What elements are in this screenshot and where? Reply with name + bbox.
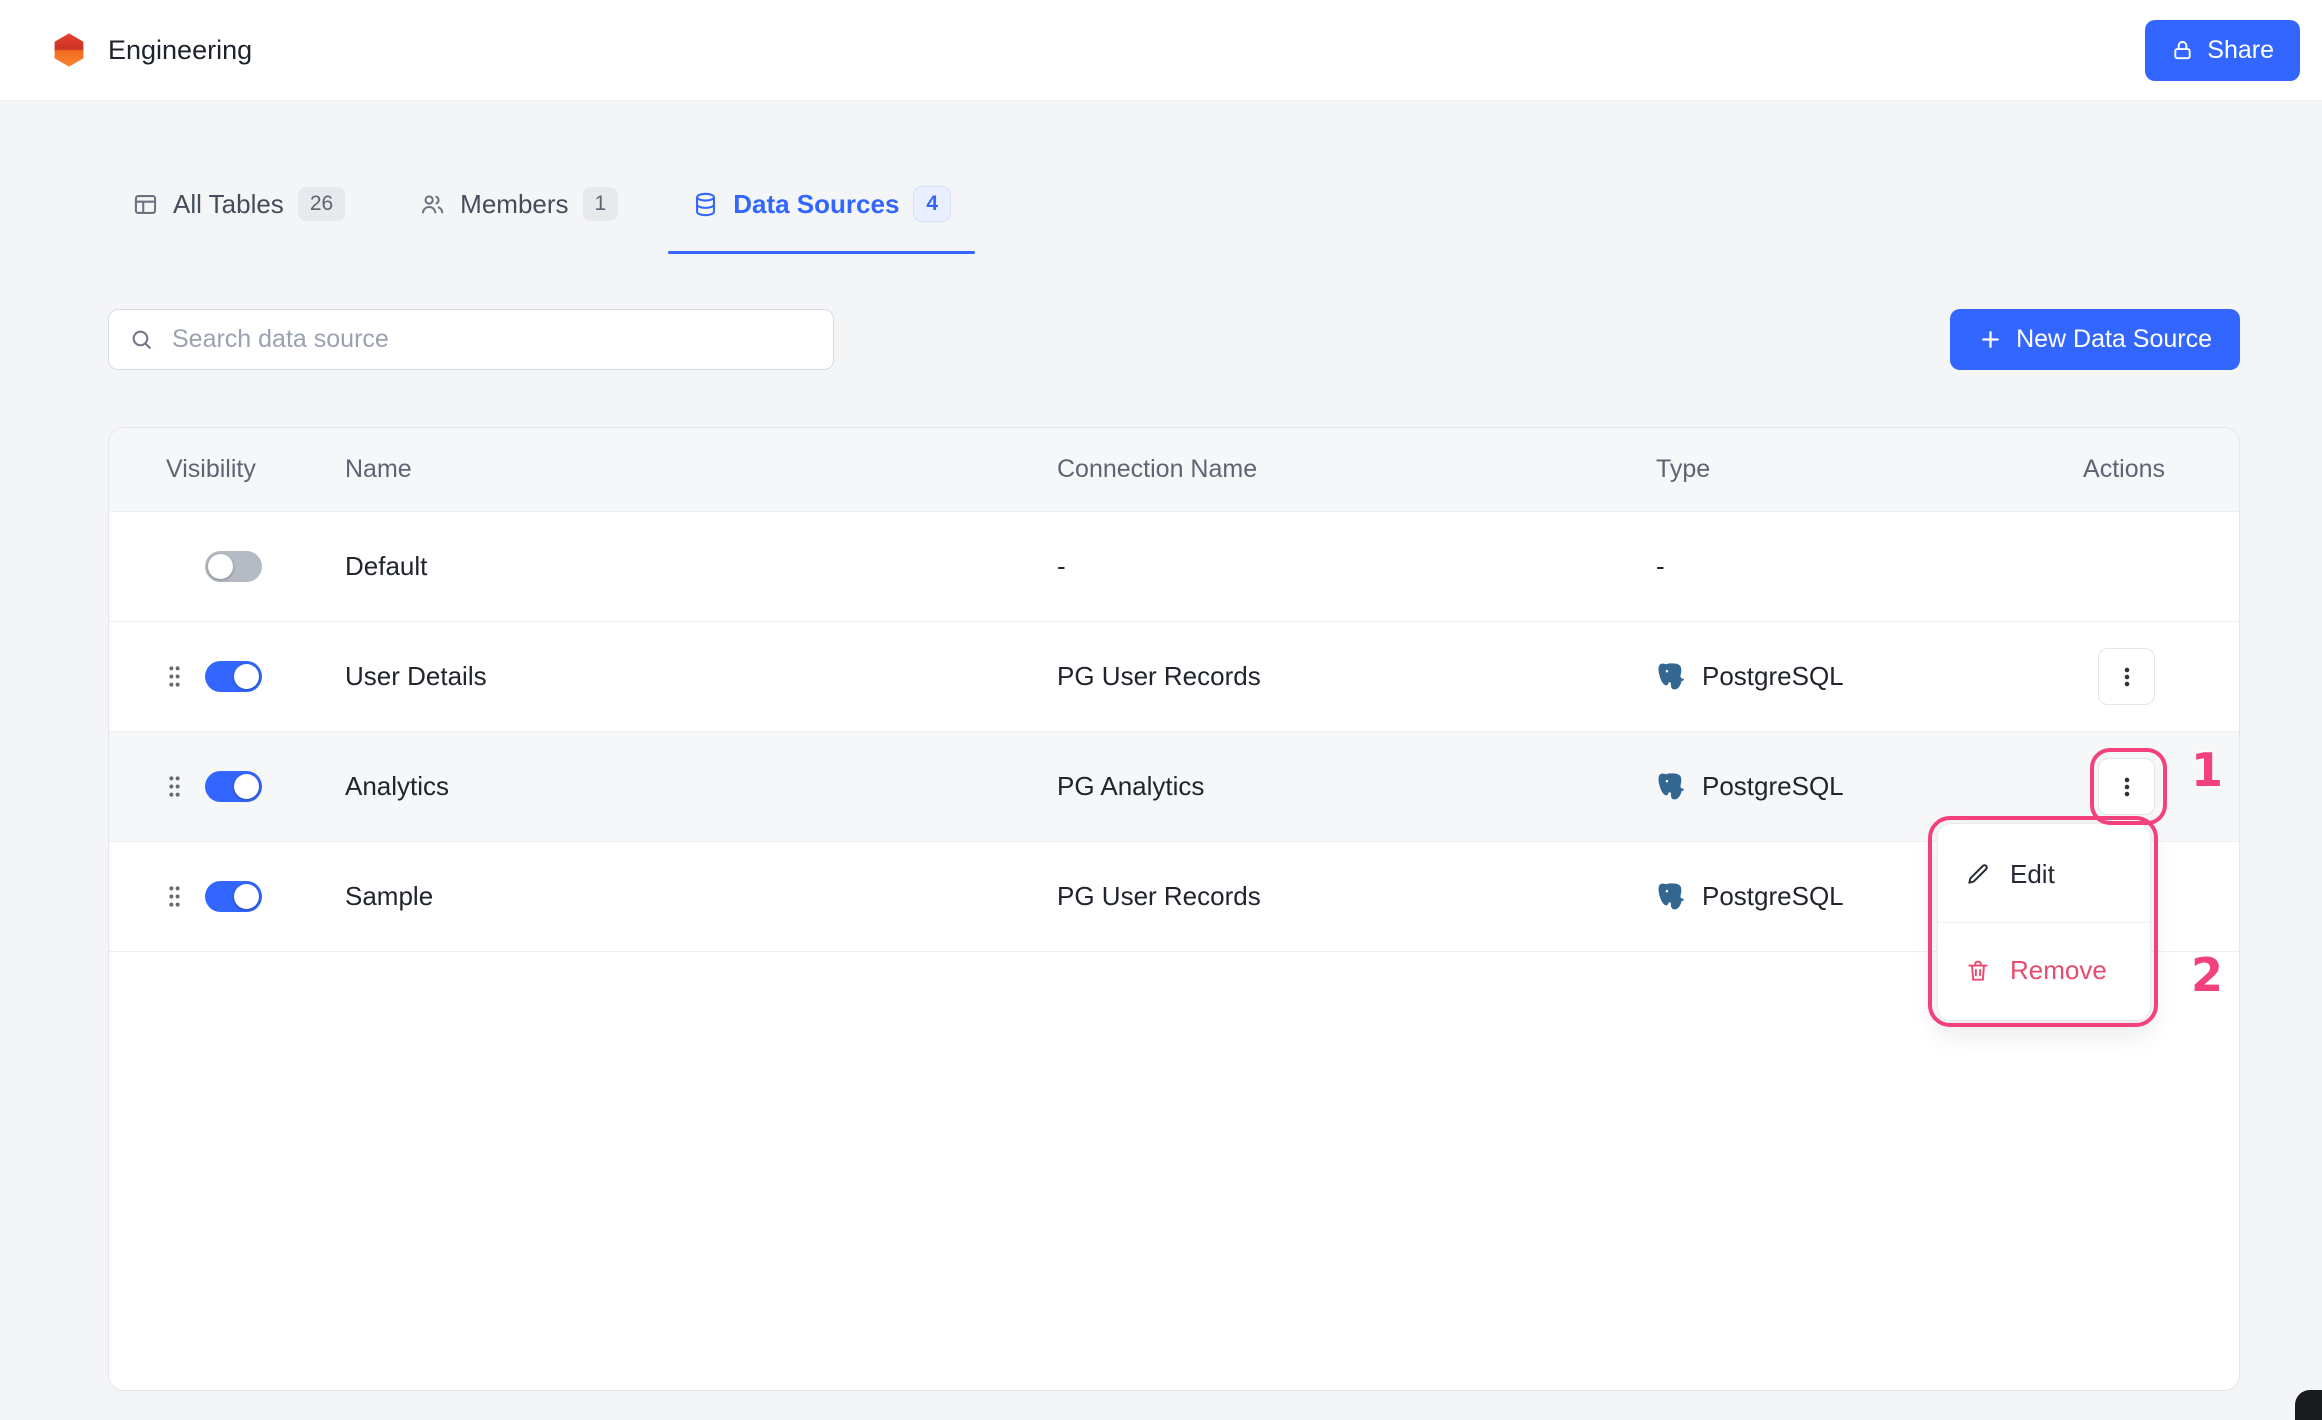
tab-label: Data Sources (733, 189, 899, 220)
data-sources-table: Visibility Name Connection Name Type Act… (108, 427, 2240, 1391)
column-header-visibility: Visibility (109, 455, 345, 484)
source-type: - (1656, 551, 2073, 582)
lock-icon (2171, 39, 2194, 62)
menu-item-label: Edit (2010, 859, 2055, 890)
postgresql-icon (1656, 772, 1686, 802)
new-data-source-label: New Data Source (2016, 325, 2212, 354)
menu-item-remove[interactable]: Remove (1938, 922, 2150, 1018)
tab-label: Members (460, 189, 568, 220)
source-name: User Details (345, 661, 1057, 692)
share-button[interactable]: Share (2145, 20, 2300, 81)
menu-item-label: Remove (2010, 955, 2107, 986)
app-header: Engineering Share (0, 0, 2322, 101)
source-name: Analytics (345, 771, 1057, 802)
drag-handle-icon[interactable] (167, 774, 182, 799)
connection-name: PG User Records (1057, 661, 1656, 692)
tab-count-badge: 1 (583, 187, 619, 220)
source-type: PostgreSQL (1702, 881, 1844, 912)
table-row: Sample PG User Records PostgreSQL (109, 842, 2239, 952)
column-header-type: Type (1656, 455, 2073, 484)
column-header-connection: Connection Name (1057, 455, 1656, 484)
drag-handle-icon[interactable] (167, 664, 182, 689)
menu-item-edit[interactable]: Edit (1938, 826, 2150, 922)
plus-icon (1978, 327, 2003, 352)
visibility-toggle[interactable] (205, 661, 262, 692)
source-type: PostgreSQL (1702, 771, 1844, 802)
table-row: User Details PG User Records PostgreSQL (109, 622, 2239, 732)
search-icon (129, 327, 154, 352)
tab-count-badge: 4 (913, 186, 951, 221)
postgresql-icon (1656, 882, 1686, 912)
new-data-source-button[interactable]: New Data Source (1950, 309, 2240, 370)
database-icon (692, 191, 719, 218)
tab-all-tables[interactable]: All Tables 26 (108, 181, 369, 254)
column-header-name: Name (345, 455, 1057, 484)
row-actions-menu-button[interactable] (2098, 758, 2155, 815)
connection-name: - (1057, 551, 1656, 582)
help-widget-corner[interactable] (2295, 1390, 2322, 1420)
visibility-toggle[interactable] (205, 881, 262, 912)
table-grid-icon (132, 191, 159, 218)
postgresql-icon (1656, 662, 1686, 692)
members-icon (419, 191, 446, 218)
tab-bar: All Tables 26 Members 1 Da (108, 181, 2240, 254)
search-input[interactable] (170, 324, 813, 355)
column-header-actions: Actions (2073, 455, 2239, 484)
annotation-number-2: 2 (2191, 948, 2223, 1002)
table-row: Analytics PG Analytics PostgreSQL (109, 732, 2239, 842)
share-button-label: Share (2207, 36, 2274, 65)
tab-members[interactable]: Members 1 (395, 181, 642, 254)
table-header-row: Visibility Name Connection Name Type Act… (109, 428, 2239, 512)
workspace-title: Engineering (108, 35, 252, 66)
connection-name: PG Analytics (1057, 771, 1656, 802)
tab-label: All Tables (173, 189, 284, 220)
search-box (108, 309, 834, 370)
main-content: All Tables 26 Members 1 Da (0, 181, 2322, 1391)
source-name: Sample (345, 881, 1057, 912)
drag-handle-icon[interactable] (167, 884, 182, 909)
connection-name: PG User Records (1057, 881, 1656, 912)
visibility-toggle[interactable] (205, 771, 262, 802)
workspace-logo-icon (50, 31, 88, 69)
trash-icon (1965, 958, 1991, 984)
source-name: Default (345, 551, 1057, 582)
pencil-icon (1965, 861, 1991, 887)
table-row: Default - - (109, 512, 2239, 622)
source-type: PostgreSQL (1702, 661, 1844, 692)
visibility-toggle[interactable] (205, 551, 262, 582)
row-actions-menu-button[interactable] (2098, 648, 2155, 705)
row-context-menu: Edit Remove (1937, 823, 2151, 1021)
tab-count-badge: 26 (298, 187, 345, 220)
tab-data-sources[interactable]: Data Sources 4 (668, 181, 975, 254)
toolbar: New Data Source (108, 309, 2240, 370)
